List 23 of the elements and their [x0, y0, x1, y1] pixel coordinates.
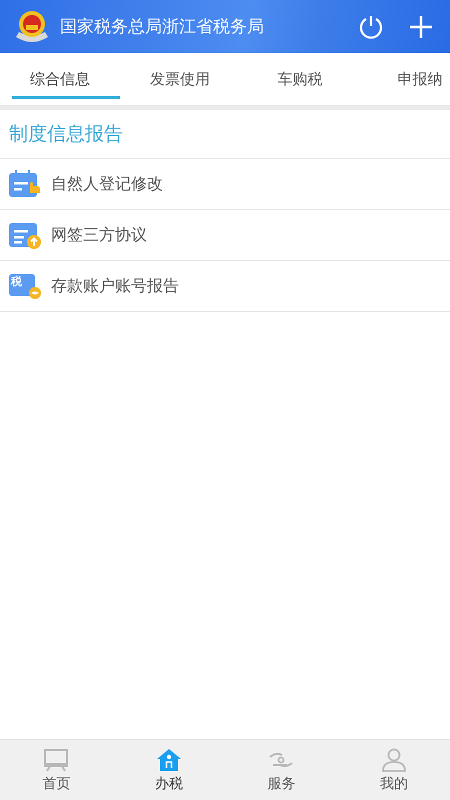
item-label: 自然人登记修改	[51, 174, 163, 194]
tab[interactable]: 车购税	[240, 53, 360, 105]
power-icon[interactable]	[358, 14, 384, 40]
nav-tab[interactable]: 我的	[338, 740, 450, 800]
item-label: 网签三方协议	[51, 224, 147, 246]
person-icon	[380, 748, 407, 772]
tab[interactable]: 申报纳	[360, 53, 450, 105]
list-item[interactable]: 税 存款账户账号报告	[0, 261, 450, 312]
header-title: 国家税务总局浙江省税务局	[60, 16, 265, 38]
list-item[interactable]: 自然人登记修改	[0, 159, 450, 210]
section-title: 制度信息报告	[0, 110, 450, 159]
add-icon[interactable]	[410, 16, 432, 38]
nav-tab[interactable]: 服务	[225, 740, 338, 800]
house-icon	[156, 748, 182, 772]
nav-tab[interactable]: 首页	[0, 740, 112, 800]
list-item[interactable]: 网签三方协议	[0, 210, 450, 261]
calendar-hand-icon	[8, 169, 42, 199]
tab[interactable]: 综合信息	[0, 53, 120, 105]
document-upload-icon	[8, 220, 42, 250]
tab[interactable]: 发票使用	[120, 53, 240, 105]
monitor-icon	[43, 748, 70, 772]
nav-tab[interactable]: 办税	[112, 740, 225, 800]
item-label: 存款账户账号报告	[51, 276, 179, 296]
